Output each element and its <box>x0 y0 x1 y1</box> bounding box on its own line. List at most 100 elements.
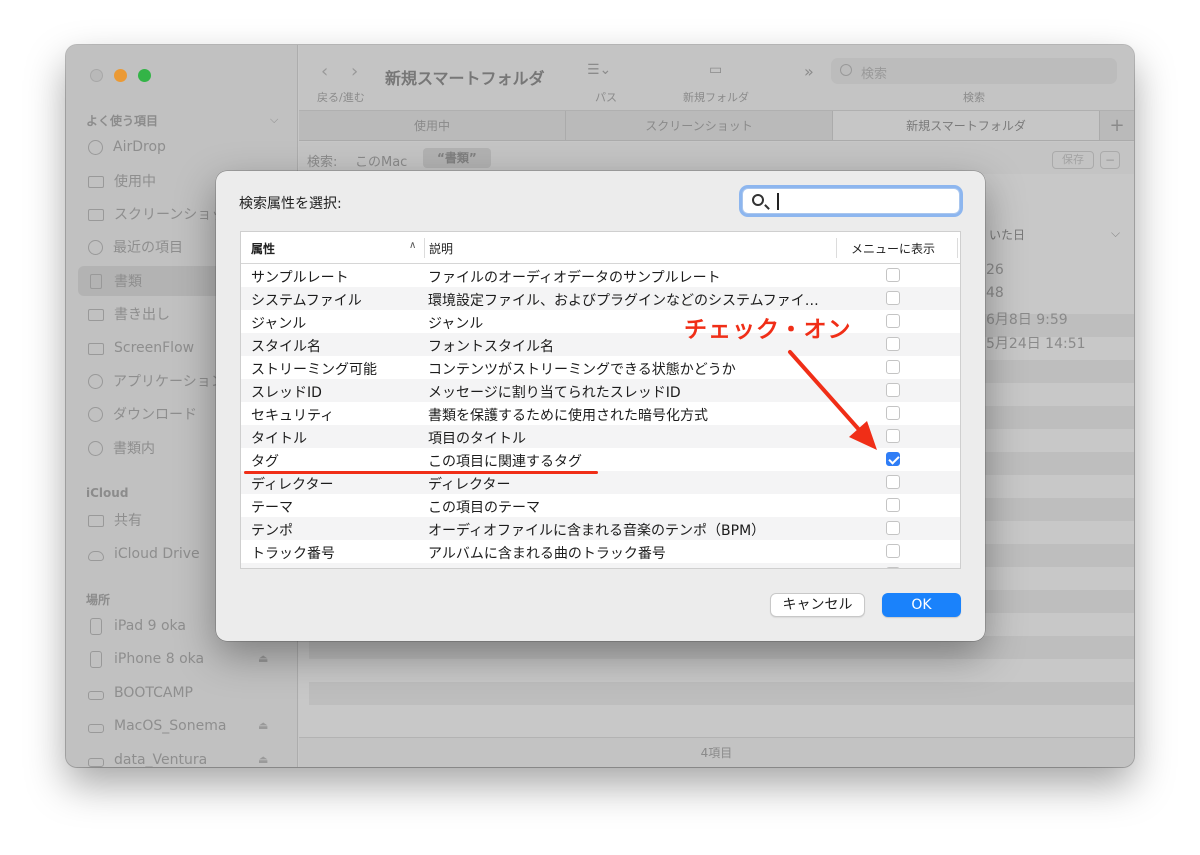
column-header-description[interactable]: 説明 <box>429 240 453 257</box>
back-forward-label: 戻る/進む <box>317 91 365 104</box>
attribute-cell: タグ <box>251 454 279 470</box>
remove-criteria-button[interactable]: − <box>1100 151 1120 169</box>
sidebar-item-iphone[interactable]: iPhone 8 oka <box>78 644 288 674</box>
table-row[interactable]: タイトル 項目のタイトル <box>241 425 960 448</box>
sort-ascending-icon[interactable]: ∧ <box>409 240 416 251</box>
description-cell: メッセージに割り当てられたスレッドID <box>428 385 681 401</box>
scope-documents[interactable]: “書類” <box>423 148 491 168</box>
show-in-menu-checkbox[interactable] <box>886 360 900 374</box>
table-row[interactable]: テンポ オーディオファイルに含まれる音楽のテンポ（BPM） <box>241 517 960 540</box>
show-in-menu-checkbox[interactable] <box>886 268 900 282</box>
table-row[interactable]: ストリーミング可能 コンテンツがストリーミングできる状態かどうか <box>241 356 960 379</box>
attribute-cell: システムファイル <box>251 293 362 309</box>
show-in-menu-checkbox[interactable] <box>886 291 900 305</box>
zoom-window-button[interactable] <box>138 69 151 82</box>
scope-label: 検索: <box>307 155 338 170</box>
ipad-icon <box>90 617 102 635</box>
chevron-down-icon[interactable]: ⌵ <box>1111 226 1120 241</box>
download-icon <box>88 406 103 422</box>
cancel-button[interactable]: キャンセル <box>770 593 865 617</box>
new-tab-button[interactable]: + <box>1100 111 1134 140</box>
table-row[interactable]: テーマ この項目のテーマ <box>241 494 960 517</box>
sidebar-item-label: 書類内 <box>113 441 155 457</box>
search-icon <box>752 194 764 206</box>
description-cell: アルバムに含まれる曲のトラック番号 <box>428 546 666 562</box>
attribute-cell: スレッドID <box>251 385 322 401</box>
show-in-menu-checkbox[interactable] <box>886 314 900 328</box>
path-icon[interactable]: ☰⌄ <box>587 62 611 78</box>
table-row[interactable]: スタイル名 フォントスタイル名 <box>241 333 960 356</box>
description-cell: この項目のテーマ <box>428 500 540 516</box>
toolbar-search-field[interactable]: 検索 <box>831 58 1117 84</box>
search-label: 検索 <box>963 91 985 104</box>
gear-icon <box>88 440 103 456</box>
folder-icon <box>88 176 104 188</box>
save-button[interactable]: 保存 <box>1052 151 1094 169</box>
search-icon <box>840 64 852 76</box>
show-in-menu-checkbox[interactable] <box>886 544 900 558</box>
annotation-underline <box>244 471 598 474</box>
tab-new-smart-folder[interactable]: 新規スマートフォルダ <box>833 111 1100 140</box>
table-row[interactable] <box>241 563 960 568</box>
drive-icon <box>88 690 104 700</box>
table-row[interactable]: スレッドID メッセージに割り当てられたスレッドID <box>241 379 960 402</box>
column-header-show-in-menu[interactable]: メニューに表示 <box>851 240 935 257</box>
search-placeholder: 検索 <box>861 67 888 82</box>
forward-arrow-icon[interactable]: › <box>351 61 358 82</box>
tab-in-use[interactable]: 使用中 <box>299 111 566 140</box>
show-in-menu-checkbox[interactable] <box>886 567 900 568</box>
iphone-icon <box>90 650 102 668</box>
description-cell: オーディオファイルに含まれる音楽のテンポ（BPM） <box>428 523 766 539</box>
attribute-search-input[interactable] <box>781 191 951 211</box>
attribute-cell: セキュリティ <box>251 408 335 424</box>
minimize-window-button[interactable] <box>114 69 127 82</box>
eject-icon[interactable]: ⏏ <box>258 719 268 732</box>
table-row[interactable]: サンプルレート ファイルのオーディオデータのサンプルレート <box>241 264 960 287</box>
table-row[interactable]: システムファイル 環境設定ファイル、およびプラグインなどのシステムファイ… <box>241 287 960 310</box>
attribute-cell: テーマ <box>251 500 293 516</box>
description-cell: ファイルのオーディオデータのサンプルレート <box>428 270 721 286</box>
drive-icon <box>88 723 104 733</box>
ok-button[interactable]: OK <box>882 593 961 617</box>
more-toolbar-icon[interactable]: » <box>804 62 814 81</box>
sidebar-item-label: AirDrop <box>113 139 166 155</box>
table-body: サンプルレート ファイルのオーディオデータのサンプルレート システムファイル 環境設定… <box>241 264 960 568</box>
tab-screenshots[interactable]: スクリーンショット <box>566 111 833 140</box>
show-in-menu-checkbox[interactable] <box>886 429 900 443</box>
text-caret <box>777 193 779 210</box>
sidebar-item-bootcamp[interactable]: BOOTCAMP <box>78 678 288 708</box>
attribute-cell: ストリーミング可能 <box>251 362 377 378</box>
eject-icon[interactable]: ⏏ <box>258 652 268 665</box>
sidebar-item-label: iCloud Drive <box>114 546 200 562</box>
table-row[interactable]: セキュリティ 書類を保護するために使用された暗号化方式 <box>241 402 960 425</box>
column-header-date[interactable]: いた日 <box>989 226 1025 243</box>
sidebar-section-favorites: よく使う項目 <box>86 114 159 128</box>
scope-this-mac[interactable]: このMac <box>355 151 407 170</box>
table-row[interactable]: ジャンル ジャンル <box>241 310 960 333</box>
show-in-menu-checkbox[interactable] <box>886 498 900 512</box>
table-row[interactable]: トラック番号 アルバムに含まれる曲のトラック番号 <box>241 540 960 563</box>
new-folder-icon[interactable]: ▭ <box>709 62 722 78</box>
sidebar-item-airdrop[interactable]: AirDrop <box>78 132 288 162</box>
column-header-attribute[interactable]: 属性 <box>251 240 275 257</box>
show-in-menu-checkbox[interactable] <box>886 406 900 420</box>
show-in-menu-checkbox[interactable] <box>886 521 900 535</box>
show-in-menu-checkbox[interactable] <box>886 337 900 351</box>
table-row[interactable]: ディレクター ディレクター <box>241 471 960 494</box>
back-arrow-icon[interactable]: ‹ <box>321 61 328 82</box>
attribute-cell: ディレクター <box>251 477 334 493</box>
attribute-cell: ジャンル <box>251 316 307 332</box>
table-row[interactable]: タグ この項目に関連するタグ <box>241 448 960 471</box>
search-attributes-dialog: 検索属性を選択: 属性 ∧ 説明 メニューに表示 サンプルレート ファイルのオーデ… <box>216 171 985 641</box>
eject-icon[interactable]: ⏏ <box>258 753 268 766</box>
sidebar-item-data-ventura[interactable]: data_Ventura <box>78 745 288 767</box>
folder-icon <box>88 343 104 355</box>
attribute-search-field[interactable] <box>742 188 960 214</box>
close-window-button[interactable] <box>90 69 103 82</box>
show-in-menu-checkbox[interactable] <box>886 475 900 489</box>
show-in-menu-checkbox[interactable] <box>886 452 900 466</box>
show-in-menu-checkbox[interactable] <box>886 383 900 397</box>
chevron-down-icon[interactable]: ⌵ <box>270 113 278 127</box>
sidebar-item-macos-sonema[interactable]: MacOS_Sonema <box>78 711 288 741</box>
window-title: 新規スマートフォルダ <box>385 69 545 88</box>
